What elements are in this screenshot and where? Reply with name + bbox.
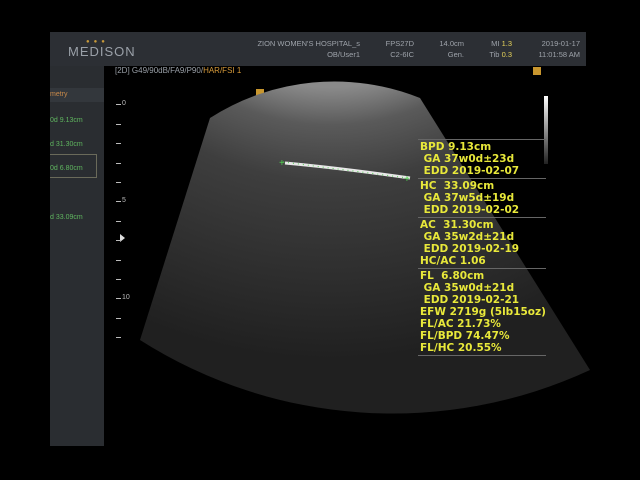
bpd-edd: EDD 2019-02-07	[420, 165, 520, 177]
bpd-ga: GA 37w0d±23d	[420, 153, 515, 165]
depth-tick	[116, 221, 121, 222]
fl-ga: GA 35w0d±21d	[420, 282, 515, 294]
measurement-report: BPD 9.13cm GA 37w0d±23d EDD 2019-02-07 H…	[418, 138, 548, 357]
depth-tick	[116, 260, 121, 261]
efw-value: EFW 2719g (5lb15oz)	[420, 306, 546, 318]
hc-edd: EDD 2019-02-02	[420, 204, 520, 216]
depth-tick	[116, 124, 121, 125]
depth-tick	[116, 143, 121, 144]
divider	[418, 217, 546, 218]
depth-tick	[116, 240, 121, 241]
divider	[418, 268, 546, 269]
depth-label: 10	[122, 294, 130, 301]
depth-label: 5	[122, 197, 126, 204]
divider	[418, 139, 546, 140]
divider	[418, 355, 546, 356]
divider	[418, 178, 546, 179]
fl-bpd-ratio: FL/BPD 74.47%	[420, 330, 510, 342]
depth-label: 0	[122, 100, 126, 107]
depth-tick	[116, 182, 121, 183]
depth-tick	[116, 104, 121, 105]
hc-ga: GA 37w5d±19d	[420, 192, 515, 204]
ac-edd: EDD 2019-02-19	[420, 243, 520, 255]
depth-tick	[116, 298, 121, 299]
bpd-value: BPD 9.13cm	[420, 141, 492, 153]
caliper-end-icon[interactable]: +	[404, 174, 410, 185]
caliper-start-icon[interactable]: +	[279, 158, 285, 169]
depth-scale: 0 5 10	[114, 100, 134, 340]
fl-ac-ratio: FL/AC 21.73%	[420, 318, 501, 330]
depth-tick	[116, 279, 121, 280]
fl-hc-ratio: FL/HC 20.55%	[420, 342, 502, 354]
ac-value: AC 31.30cm	[420, 219, 494, 231]
fl-edd: EDD 2019-02-21	[420, 294, 520, 306]
fl-value: FL 6.80cm	[420, 270, 485, 282]
depth-tick	[116, 163, 121, 164]
hc-ac-ratio: HC/AC 1.06	[420, 255, 486, 267]
depth-tick	[116, 201, 121, 202]
hc-value: HC 33.09cm	[420, 180, 495, 192]
depth-tick	[116, 337, 121, 338]
depth-tick	[116, 318, 121, 319]
ac-ga: GA 35w2d±21d	[420, 231, 515, 243]
